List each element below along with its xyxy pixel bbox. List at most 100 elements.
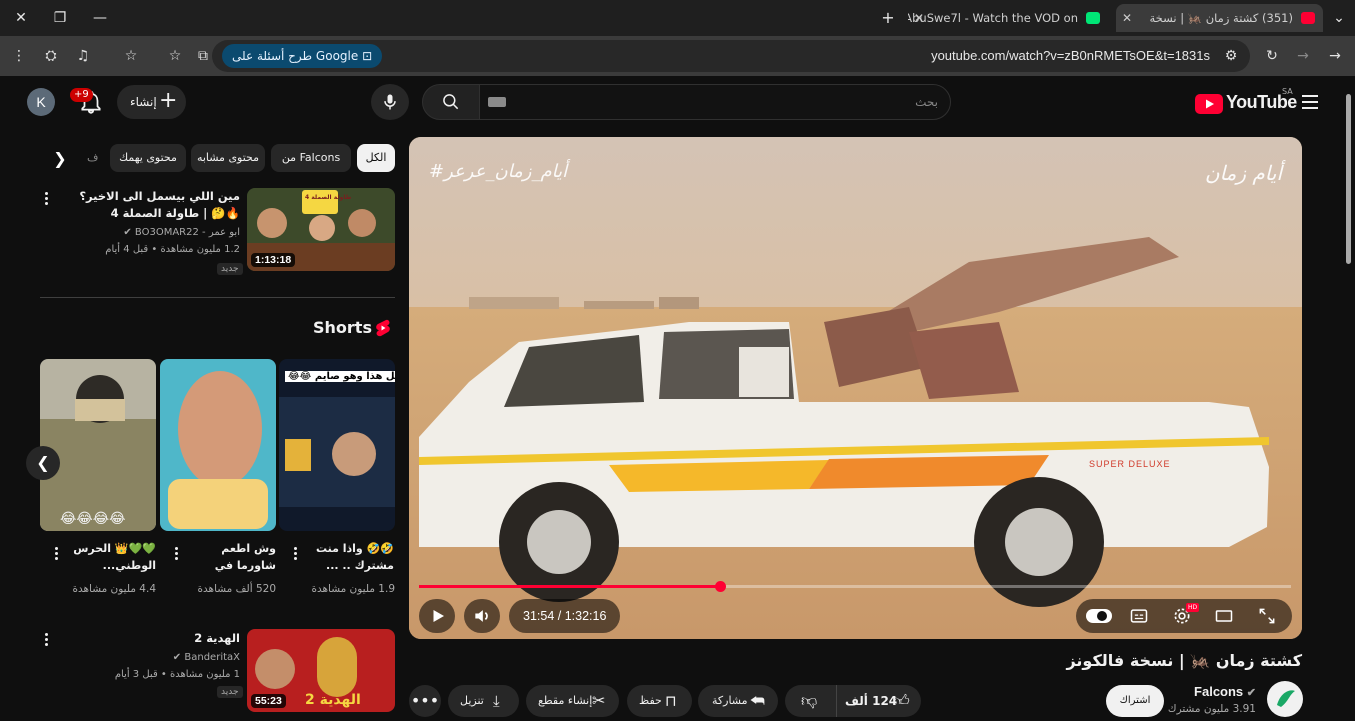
short-1-more-icon[interactable] [52, 546, 60, 562]
browser-menu-icon[interactable]: ⋮ [8, 46, 30, 66]
bottom-video-title[interactable]: الهدية 2 [70, 630, 240, 648]
video-player[interactable]: SUPER DELUXE #أيام_زمان_عرعر أيام زمان 3… [409, 137, 1302, 639]
like-button[interactable]: 124 ألف 👍︎ [837, 685, 921, 717]
mute-button[interactable] [464, 599, 500, 633]
share-button[interactable]: مشاركة ⮪ [698, 685, 778, 717]
subscribe-button[interactable]: اشتراك [1106, 685, 1164, 717]
youtube-logo[interactable]: YouTube SA [1195, 87, 1297, 115]
media-control-icon[interactable]: ♫ [72, 46, 94, 66]
plus-icon: + [159, 88, 178, 113]
progress-scrubber[interactable] [715, 581, 726, 592]
back-icon[interactable]: → [1324, 46, 1346, 66]
subscriber-count: 3.91 مليون مشترك [1167, 703, 1256, 715]
chip-overflow[interactable]: ف [87, 144, 98, 172]
channel-name-text: Falcons [1194, 684, 1244, 699]
like-count: 124 ألف [845, 694, 898, 708]
create-label: إنشاء [130, 95, 157, 109]
site-info-icon[interactable]: ⚙ [1220, 46, 1242, 66]
window-close-icon[interactable]: ✕ [8, 6, 34, 30]
extensions-icon[interactable]: ⛭ [40, 46, 62, 66]
browser-tab-youtube[interactable]: ✕ (351) كشتة زمان 🦗 | نسخة [1116, 4, 1323, 32]
notification-count-badge: +9 [70, 88, 93, 102]
verified-icon: ✔ [1246, 687, 1256, 699]
address-bar[interactable]: ☆ ⧉ طرح أسئلة على Google ⊡ youtube.com/w… [169, 40, 1250, 72]
dislike-button[interactable]: 👎︎ [785, 685, 837, 717]
more-actions-icon[interactable]: ••• [409, 685, 441, 717]
clip-label: إنشاء مقطع [538, 694, 593, 707]
verified-icon: ✔ [123, 227, 132, 238]
bookmark-icon: ⊓ [665, 692, 677, 710]
hamburger-menu-icon[interactable] [1298, 90, 1322, 114]
page-scrollbar[interactable] [1343, 80, 1353, 720]
video-frame: SUPER DELUXE [409, 137, 1302, 639]
bookmark-star-icon[interactable]: ☆ [164, 46, 186, 66]
keyboard-icon[interactable] [488, 97, 506, 107]
channel-name[interactable]: Falcons ✔ [1194, 684, 1256, 699]
tab-search-icon[interactable]: ⌄ [1326, 6, 1352, 30]
chip-for-you[interactable]: محتوى يهمك [110, 144, 186, 172]
browser-tab-bar: ✕ ❐ — + ✕ AbuSwe7l - Watch the VOD on ✕ … [0, 0, 1355, 36]
voice-search-button[interactable] [371, 84, 409, 120]
shorts-heading: Shorts [313, 318, 372, 337]
ask-google-chip[interactable]: طرح أسئلة على Google ⊡ [222, 44, 383, 68]
search-button[interactable] [422, 84, 480, 120]
new-tab-button[interactable]: + [875, 6, 901, 30]
play-button[interactable] [419, 599, 455, 633]
top-video-more-icon[interactable] [42, 191, 50, 207]
top-video-thumbnail[interactable]: طاولة الصملة 4 1:13:18 [247, 188, 395, 271]
clip-button[interactable]: إنشاء مقطع ✂ [526, 685, 619, 717]
download-button[interactable]: تنزيل ⤓ [448, 685, 519, 717]
save-button[interactable]: حفظ ⊓ [627, 685, 692, 717]
top-video-thumb-text: طاولة الصملة 4 [305, 194, 352, 201]
short-card-3[interactable]: كل هذا وهو صايم 😂😂 [279, 359, 395, 531]
bottom-video-channel[interactable]: BanderitaX ✔ [70, 652, 240, 663]
short-2-title[interactable]: وش اطعم شاورما في السعوديه ؟ SA [180, 540, 276, 576]
autoplay-toggle[interactable] [1086, 609, 1112, 623]
chip-all[interactable]: الكل [357, 144, 395, 172]
channel-avatar[interactable] [1267, 681, 1303, 717]
forward-icon[interactable]: → [1292, 46, 1314, 66]
chip-related[interactable]: محتوى مشابه [191, 144, 265, 172]
install-app-icon[interactable]: ⧉ [192, 46, 214, 66]
like-dislike-group: 👎︎ 124 ألف 👍︎ [785, 685, 921, 717]
create-button[interactable]: إنشاء + [117, 85, 186, 119]
chips-prev-chevron-icon[interactable]: ❯ [43, 142, 77, 174]
share-label: مشاركة [712, 694, 748, 707]
total-duration: 1:32:16 [564, 609, 607, 623]
volume-icon [475, 610, 488, 622]
shorts-prev-chevron-icon[interactable]: ❮ [26, 446, 60, 480]
tab-title: (351) كشتة زمان 🦗 | نسخة [1149, 11, 1294, 25]
tab-close-icon[interactable]: ✕ [1122, 4, 1132, 32]
search-input[interactable]: بحث [479, 84, 951, 120]
progress-bar[interactable] [419, 581, 1291, 592]
bookmarks-icon[interactable]: ☆ [120, 46, 142, 66]
play-icon [433, 610, 444, 622]
search-placeholder: بحث [915, 95, 938, 109]
bottom-video-more-icon[interactable] [42, 632, 50, 648]
scissors-icon: ✂ [592, 691, 606, 710]
captions-icon[interactable] [1129, 606, 1149, 626]
short-3-title[interactable]: 🤣🤣 واذا منت مشترك .. ... [298, 540, 394, 576]
short-card-2[interactable] [160, 359, 276, 531]
fullscreen-icon[interactable] [1257, 606, 1277, 626]
page-scroll-thumb[interactable] [1346, 94, 1351, 264]
verified-icon: ✔ [172, 652, 182, 663]
top-video-channel[interactable]: ابو عمر - BO3OMAR22 ✔ [70, 227, 240, 238]
top-video-channel-text: ابو عمر - BO3OMAR22 [134, 227, 240, 238]
top-video-title[interactable]: مين اللي بيسمل الى الاخير؟ 🔥🤔 | طاولة ال… [70, 188, 240, 224]
short-2-more-icon[interactable] [172, 546, 180, 562]
theater-mode-icon[interactable] [1214, 606, 1234, 626]
share-arrow-icon: ⮪ [750, 691, 765, 710]
short-3-more-icon[interactable] [291, 546, 299, 562]
chip-from-falcons[interactable]: من Falcons [271, 144, 351, 172]
bottom-video-thumbnail[interactable]: الهدية 2 55:23 [247, 629, 395, 712]
account-avatar[interactable]: K [27, 88, 55, 116]
browser-tab-twitch[interactable]: ✕ AbuSwe7l - Watch the VOD on [908, 4, 1108, 32]
reload-icon[interactable]: ↻ [1261, 46, 1283, 66]
window-restore-icon[interactable]: ❐ [47, 6, 73, 30]
short-1-title[interactable]: 💚💚👑 الحرس الوطني... [60, 540, 156, 576]
youtube-favicon-icon [1301, 12, 1315, 24]
short-card-1[interactable]: 😂😂😂😂 [40, 359, 156, 531]
window-minimize-icon[interactable]: — [87, 6, 113, 30]
download-label: تنزيل [460, 694, 484, 707]
